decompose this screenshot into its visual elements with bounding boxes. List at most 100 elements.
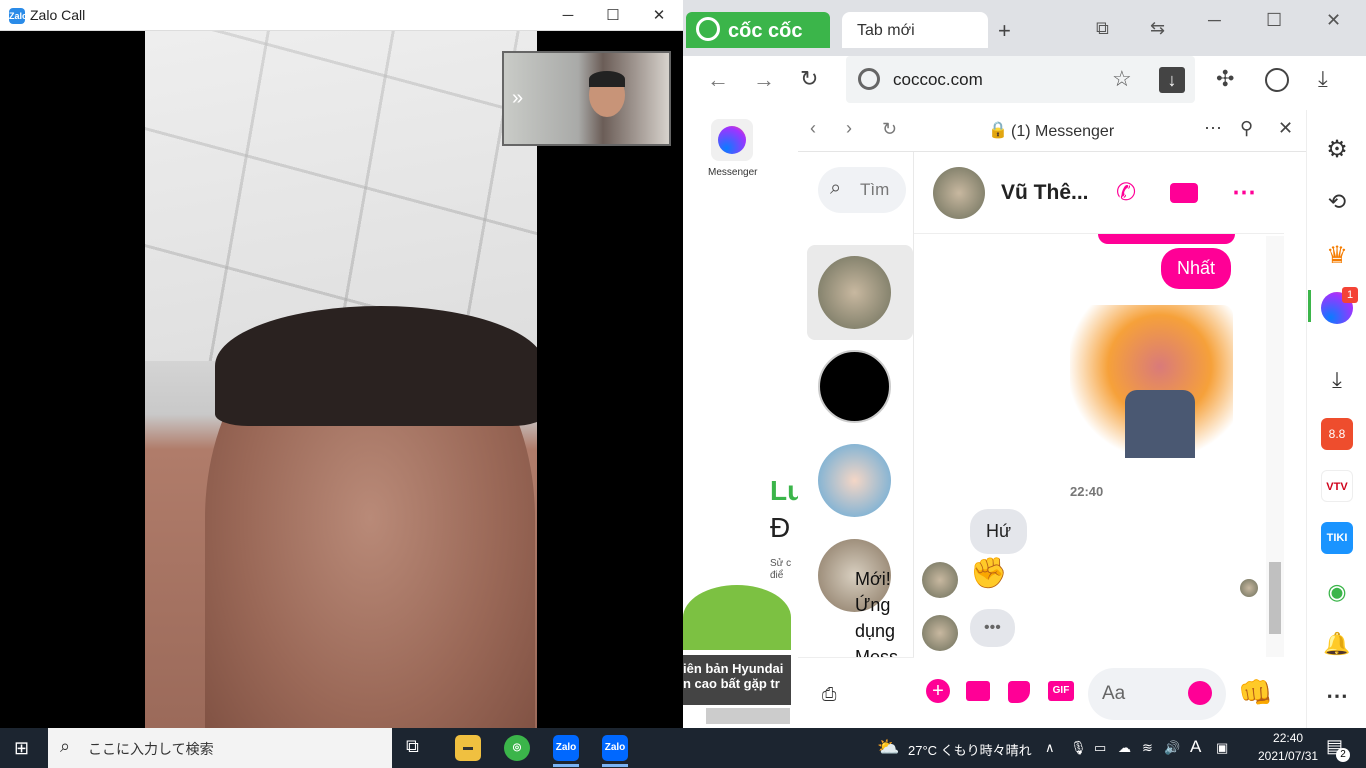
emoji-icon[interactable]: [1188, 681, 1212, 705]
reload-icon[interactable]: ↻: [800, 66, 818, 92]
minimize-button[interactable]: ─: [545, 0, 591, 31]
window-maximize-button[interactable]: ☐: [1266, 10, 1282, 31]
chat-scrollbar-track[interactable]: [1266, 236, 1284, 657]
sender-avatar: [922, 562, 958, 598]
video-call-icon[interactable]: [1170, 183, 1198, 203]
panel-close-icon[interactable]: ✕: [1278, 118, 1293, 139]
maximize-button[interactable]: ☐: [590, 0, 636, 31]
microphone-icon[interactable]: 🎙: [1070, 740, 1087, 756]
active-app-indicator: [602, 764, 628, 767]
like-button[interactable]: 👊: [1238, 676, 1273, 709]
window-minimize-button[interactable]: ─: [1208, 10, 1221, 31]
conversation-avatar[interactable]: [818, 350, 891, 423]
panel-more-icon[interactable]: ⋯: [1204, 118, 1222, 139]
active-app-indicator: [553, 764, 579, 767]
gif-icon[interactable]: GIF: [1048, 681, 1074, 701]
voice-call-icon[interactable]: ✆: [1116, 178, 1136, 207]
download-desktop-bar[interactable]: ⎙: [798, 657, 914, 728]
promo-line: Mới!: [855, 569, 891, 589]
message-timestamp: 22:40: [1070, 484, 1104, 499]
news-card[interactable]: iên bản Hyundai n cao bất gặp tr: [683, 655, 791, 705]
tray-expand-icon[interactable]: ∧: [1045, 740, 1055, 756]
url-text: coccoc.com: [893, 70, 983, 89]
ime-indicator[interactable]: A: [1190, 737, 1201, 757]
notification-bell-icon[interactable]: 🔔: [1321, 628, 1353, 660]
download-page-icon[interactable]: ↓: [1159, 67, 1185, 93]
conversation-avatar[interactable]: [818, 444, 891, 517]
sidebar-more-icon[interactable]: ⋯: [1321, 680, 1353, 712]
weather-text[interactable]: 27°C くもり時々晴れ: [908, 740, 1032, 759]
settings-icon[interactable]: ⚙: [1321, 134, 1353, 166]
crown-icon[interactable]: ♛: [1321, 240, 1353, 272]
close-button[interactable]: ✕: [636, 0, 682, 31]
read-receipt-avatar: [1240, 579, 1258, 597]
received-message[interactable]: Hứ: [970, 509, 1028, 554]
taskbar-search-placeholder: ここに入力して検索: [88, 741, 214, 757]
zalo-taskbar-icon[interactable]: Zalo: [553, 735, 579, 761]
task-view-icon[interactable]: ⧉: [406, 736, 419, 757]
promo-graphic: [683, 585, 791, 650]
panel-reload-icon[interactable]: ↻: [882, 119, 897, 140]
pin-icon[interactable]: ⚲: [1240, 118, 1253, 139]
panel-back-icon[interactable]: ‹: [810, 118, 816, 139]
add-icon[interactable]: +: [926, 679, 950, 703]
message-input-placeholder: Aa: [1102, 683, 1126, 704]
forward-icon[interactable]: →: [753, 67, 775, 93]
sticker-angry-man[interactable]: [1070, 305, 1233, 459]
sidebar-toggle-icon[interactable]: ⇆: [1150, 18, 1165, 39]
extensions-icon[interactable]: ✣: [1216, 66, 1234, 92]
panel-forward-icon[interactable]: ›: [846, 118, 852, 139]
coccoc-logo[interactable]: cốc cốc: [686, 12, 830, 48]
zalo-titlebar[interactable]: Zalo Zalo Call ─ ☐ ✕: [0, 0, 683, 31]
coccoc-map-icon[interactable]: ◉: [1321, 576, 1353, 608]
site-icon: [858, 68, 880, 90]
zalo-call-taskbar-icon[interactable]: Zalo: [602, 735, 628, 761]
clock-time: 22:40: [1273, 731, 1304, 745]
coccoc-taskbar-icon[interactable]: ◎: [504, 735, 530, 761]
notification-count: 2: [1336, 748, 1350, 762]
message-input[interactable]: Aa: [1088, 668, 1226, 720]
more-options-icon[interactable]: ⋯: [1232, 178, 1256, 207]
contact-avatar[interactable]: [933, 167, 985, 219]
bookmark-star-icon[interactable]: ☆: [1112, 66, 1132, 92]
volume-icon[interactable]: 🔊: [1164, 740, 1180, 756]
battery-icon[interactable]: ▭: [1094, 740, 1106, 756]
coccoc-logo-icon: [696, 17, 720, 41]
messenger-shortcut[interactable]: [711, 119, 753, 161]
promo-line: Ứng: [855, 595, 891, 615]
windows-start-icon[interactable]: ⊞: [14, 738, 29, 759]
shopee-icon[interactable]: 8.8: [1321, 418, 1353, 450]
wifi-icon[interactable]: ≋: [1142, 740, 1153, 756]
vtv-icon[interactable]: VTV: [1321, 470, 1353, 502]
collapse-preview-icon[interactable]: »: [512, 87, 523, 110]
window-title: Zalo Call: [30, 7, 86, 23]
file-explorer-icon[interactable]: ▬: [455, 735, 481, 761]
profile-icon[interactable]: [1265, 68, 1289, 92]
chat-header: [914, 152, 1284, 234]
contact-name[interactable]: Vũ Thê...: [1001, 181, 1089, 205]
tiki-icon[interactable]: TIKI: [1321, 522, 1353, 554]
sent-message[interactable]: Nhất: [1161, 248, 1232, 289]
conversation-avatar[interactable]: [818, 256, 891, 329]
back-icon[interactable]: ←: [707, 67, 729, 93]
self-video-preview[interactable]: »: [502, 51, 671, 146]
window-close-button[interactable]: ✕: [1326, 10, 1341, 31]
active-indicator: [1308, 290, 1311, 322]
chat-scrollbar-thumb[interactable]: [1269, 562, 1281, 634]
image-icon[interactable]: [966, 681, 990, 701]
screenshot-icon[interactable]: ⧉: [1096, 18, 1109, 39]
address-bar[interactable]: coccoc.com ☆ ↓: [846, 56, 1195, 103]
ime-mode-icon[interactable]: ▣: [1216, 740, 1228, 756]
search-input[interactable]: ⌕ Tìm: [818, 167, 906, 213]
tab-new-tab[interactable]: Tab mới: [842, 12, 988, 48]
downloads-icon[interactable]: ⤓: [1318, 66, 1328, 92]
news-line-2: n cao bất gặp tr: [683, 676, 780, 691]
taskbar-clock[interactable]: 22:40 2021/07/31: [1258, 731, 1318, 763]
sticker-icon[interactable]: [1008, 681, 1030, 703]
history-icon[interactable]: ⟲: [1321, 186, 1353, 218]
onedrive-icon[interactable]: ☁: [1118, 740, 1131, 756]
horizontal-scrollbar[interactable]: [706, 708, 790, 724]
download-sidebar-icon[interactable]: ⤓: [1321, 364, 1353, 396]
taskbar-search-box[interactable]: ⌕ ここに入力して検索: [48, 728, 392, 768]
new-tab-button[interactable]: +: [998, 18, 1011, 44]
